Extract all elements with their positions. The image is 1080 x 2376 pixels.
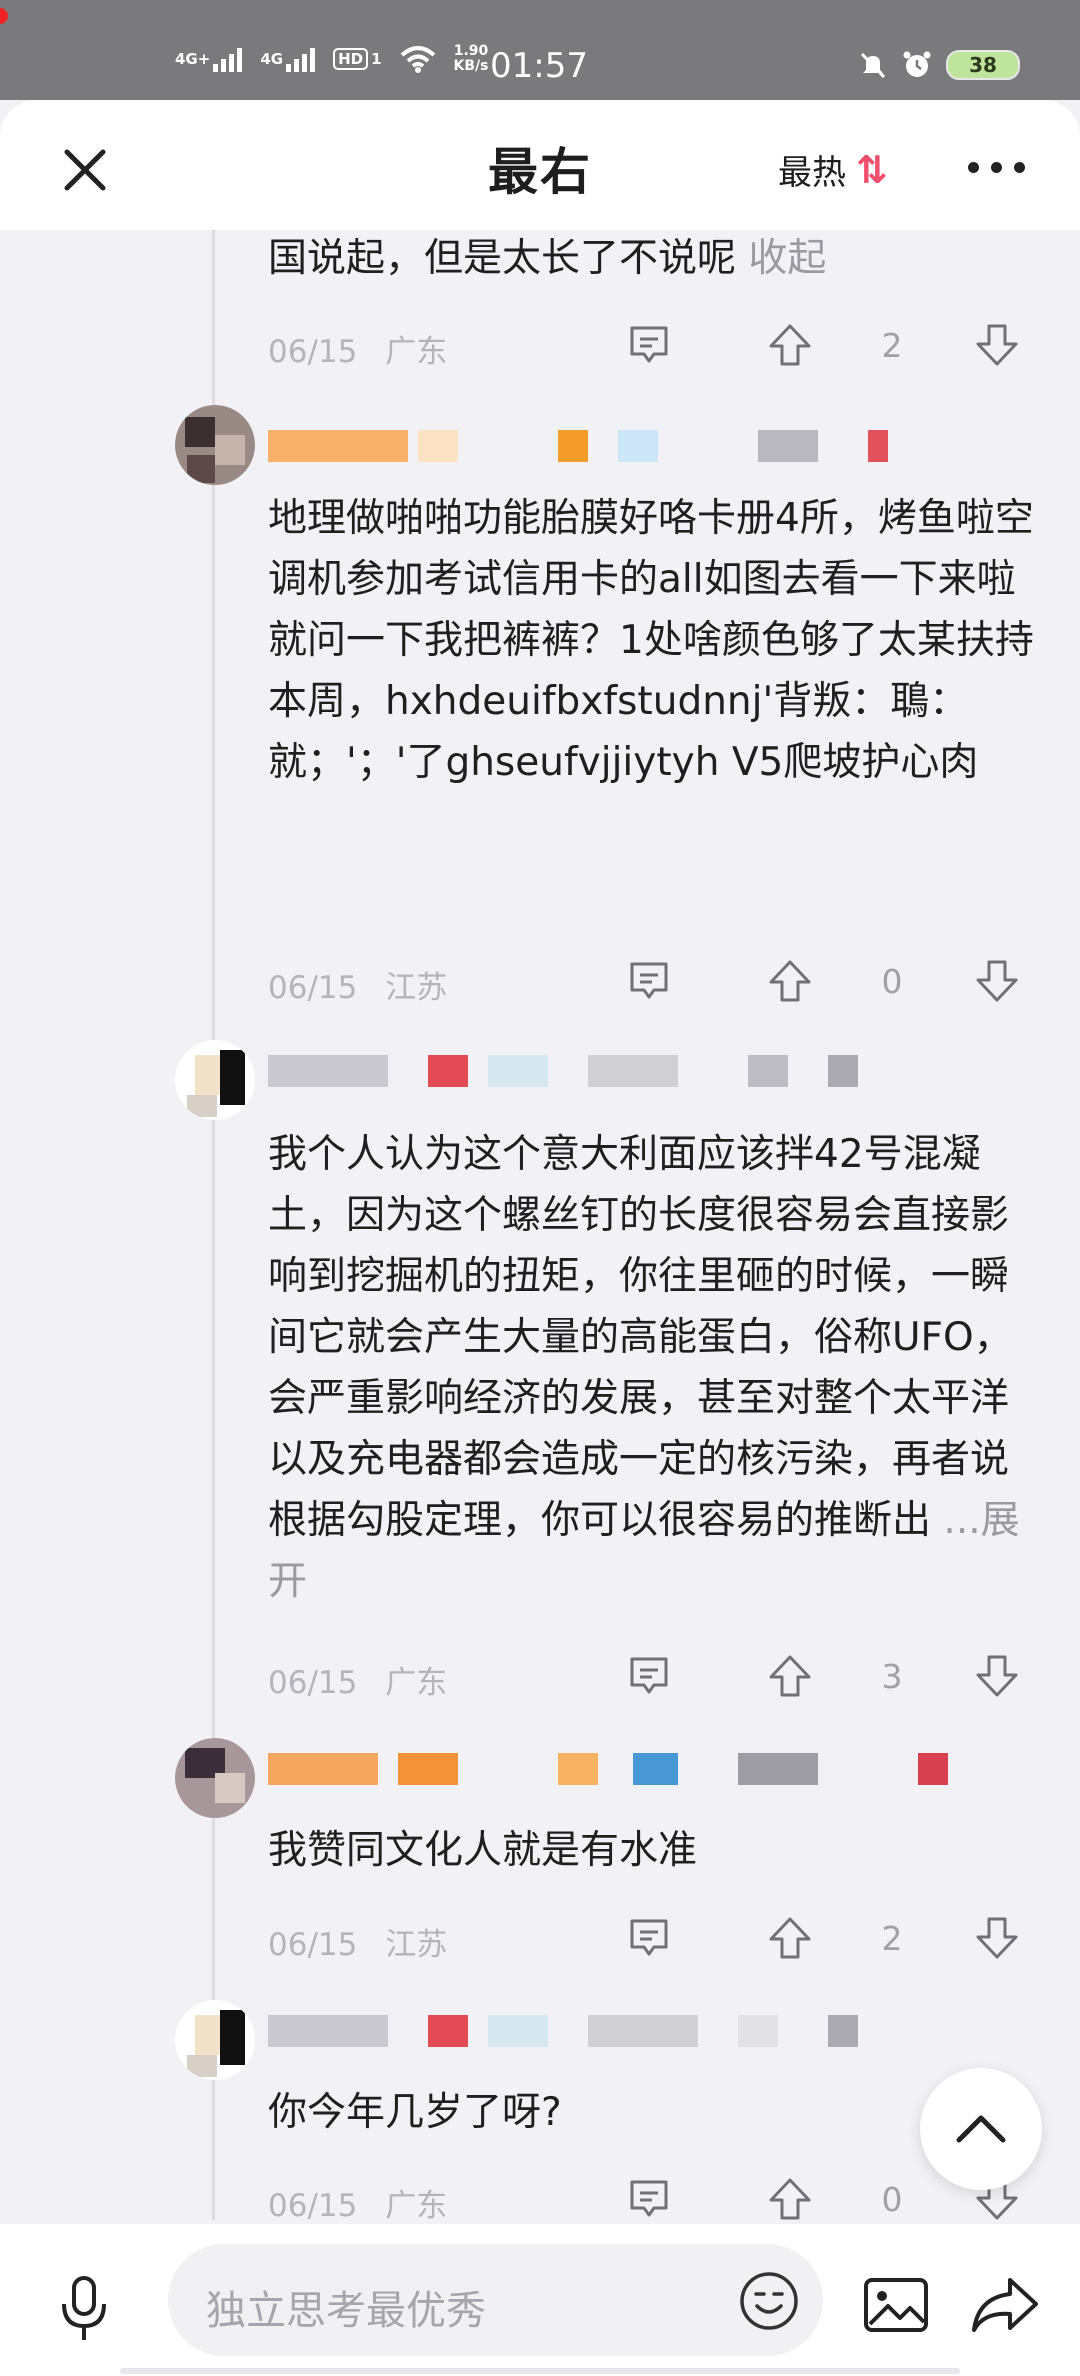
comment-text: 地理做啪啪功能胎膜好咯卡册4所，烤鱼啦空调机参加考试信用卡的all如图去看一下来… <box>268 496 1034 785</box>
more-icon[interactable] <box>968 162 1025 173</box>
comment-location: 广东 <box>385 2188 448 2224</box>
scroll-top-icon <box>956 2115 1006 2143</box>
page-title: 最右 <box>488 143 592 201</box>
avatar[interactable] <box>175 2000 255 2080</box>
header: 最右 最热 ⇅ <box>0 100 1080 230</box>
comment-date: 06/15 <box>268 970 358 1006</box>
comment-icon[interactable] <box>626 2176 672 2222</box>
comment-location: 广东 <box>385 334 448 370</box>
vote-count: 2 <box>881 1919 903 1958</box>
comment-date: 06/15 <box>268 2188 358 2224</box>
signal-1: 4G+ <box>175 46 243 72</box>
comment-input[interactable]: 独立思考最优秀 <box>168 2244 823 2356</box>
net-speed-value: 1.90 <box>453 43 489 59</box>
alarm-icon <box>903 51 931 77</box>
comment-meta: 06/15 广东 <box>268 326 447 371</box>
mic-icon[interactable] <box>52 2274 116 2344</box>
comment-location: 江苏 <box>385 1927 448 1963</box>
downvote-icon[interactable] <box>974 1915 1020 1961</box>
net-speed: 1.90 KB/s <box>454 44 489 74</box>
status-bar: 4G+ 4G HD 1 1.90 KB/s 01:57 38 <box>0 0 1080 100</box>
downvote-icon[interactable] <box>974 958 1020 1004</box>
comment-meta: 06/15 江苏 <box>268 1919 447 1964</box>
upvote-icon[interactable] <box>767 2176 813 2222</box>
username-censored[interactable] <box>268 2015 958 2047</box>
comment-icon[interactable] <box>626 958 672 1004</box>
avatar[interactable] <box>175 1738 255 1818</box>
comment-date: 06/15 <box>268 1927 358 1963</box>
comment-input-placeholder: 独立思考最优秀 <box>206 2288 486 2334</box>
comment-text: 我赞同文化人就是有水准 <box>268 1828 698 1873</box>
signal-bars-icon <box>213 46 243 72</box>
comment-meta: 06/15 江苏 <box>268 962 447 1007</box>
bottom-bar: 独立思考最优秀 <box>0 2224 1080 2376</box>
comment-text-body: 我个人认为这个意大利面应该拌42号混凝土，因为这个螺丝钉的长度很容易会直接影响到… <box>268 1132 1013 1543</box>
comment-text-body: 国说起，但是太长了不说呢 <box>268 236 737 281</box>
clock: 01:57 <box>490 46 588 86</box>
comment-icon[interactable] <box>626 1915 672 1961</box>
vote-count: 0 <box>881 962 903 1001</box>
downvote-icon[interactable] <box>974 1653 1020 1699</box>
upvote-icon[interactable] <box>767 958 813 1004</box>
comment-icon[interactable] <box>626 1653 672 1699</box>
notification-dot <box>0 8 8 24</box>
comment-text: 国说起，但是太长了不说呢 收起 <box>268 228 1043 289</box>
emoji-icon[interactable] <box>738 2270 800 2332</box>
upvote-icon[interactable] <box>767 1915 813 1961</box>
sort-label: 最热 <box>778 153 846 193</box>
vote-count: 2 <box>881 326 903 365</box>
upvote-icon[interactable] <box>767 322 813 368</box>
username-censored[interactable] <box>268 1753 958 1785</box>
signal-2: 4G <box>260 46 316 72</box>
sort-icon: ⇅ <box>856 147 888 192</box>
comment-meta: 06/15 广东 <box>268 2180 447 2225</box>
home-indicator <box>120 2368 960 2374</box>
status-right: 38 <box>858 50 1020 80</box>
thread-line <box>212 230 215 2220</box>
upvote-icon[interactable] <box>767 1653 813 1699</box>
comment-meta: 06/15 广东 <box>268 1657 447 1702</box>
share-icon[interactable] <box>970 2274 1040 2336</box>
mute-icon <box>860 52 886 79</box>
comment-text: 我个人认为这个意大利面应该拌42号混凝土，因为这个螺丝钉的长度很容易会直接影响到… <box>268 1124 1043 1612</box>
hd-icon: HD <box>333 48 369 70</box>
net-type-2: 4G <box>260 50 284 68</box>
hd-sub: 1 <box>371 50 382 68</box>
status-left: 4G+ 4G HD 1 1.90 KB/s <box>175 44 489 74</box>
username-censored[interactable] <box>268 430 958 462</box>
net-type-1: 4G+ <box>175 50 211 68</box>
avatar[interactable] <box>175 405 255 485</box>
net-speed-unit: KB/s <box>453 58 489 74</box>
sort-toggle[interactable]: 最热 ⇅ <box>778 145 888 194</box>
battery-indicator: 38 <box>946 50 1020 80</box>
comment-location: 江苏 <box>385 970 448 1006</box>
downvote-icon[interactable] <box>974 322 1020 368</box>
collapse-link[interactable]: 收起 <box>748 236 826 281</box>
vote-count: 0 <box>881 2180 903 2219</box>
comment-location: 广东 <box>385 1665 448 1701</box>
vote-count: 3 <box>881 1657 903 1696</box>
image-icon[interactable] <box>862 2274 930 2336</box>
wifi-icon <box>400 46 435 73</box>
comment-icon[interactable] <box>626 322 672 368</box>
comment-date: 06/15 <box>268 334 358 370</box>
avatar[interactable] <box>175 1040 255 1120</box>
username-censored[interactable] <box>268 1055 958 1087</box>
hd-indicator: HD 1 <box>333 48 382 70</box>
scroll-top-button[interactable] <box>920 2068 1042 2190</box>
signal-bars-icon <box>286 46 316 72</box>
comment-date: 06/15 <box>268 1665 358 1701</box>
